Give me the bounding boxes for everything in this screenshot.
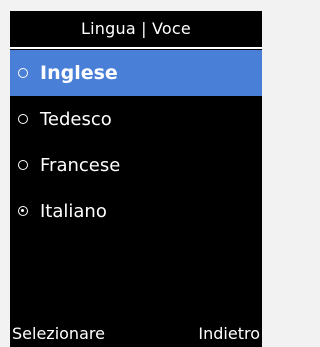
title-divider <box>10 47 262 49</box>
option-label: Francese <box>40 154 121 176</box>
back-softkey[interactable]: Indietro <box>198 321 260 347</box>
option-inglese[interactable]: Inglese <box>10 50 262 96</box>
phone-screen: Lingua | Voce Inglese Tedesco Francese I… <box>10 11 262 347</box>
option-label: Inglese <box>40 62 118 84</box>
option-label: Italiano <box>40 200 107 222</box>
option-label: Tedesco <box>40 108 112 130</box>
screen-title: Lingua | Voce <box>81 19 191 38</box>
language-option-list: Inglese Tedesco Francese Italiano <box>10 50 262 234</box>
radio-unchecked-icon <box>18 114 28 124</box>
radio-unchecked-icon <box>18 160 28 170</box>
option-francese[interactable]: Francese <box>10 142 262 188</box>
select-softkey[interactable]: Selezionare <box>12 321 105 347</box>
radio-unchecked-icon <box>18 68 28 78</box>
option-tedesco[interactable]: Tedesco <box>10 96 262 142</box>
softkey-bar: Selezionare Indietro <box>10 321 262 347</box>
radio-checked-icon <box>18 206 28 216</box>
option-italiano[interactable]: Italiano <box>10 188 262 234</box>
